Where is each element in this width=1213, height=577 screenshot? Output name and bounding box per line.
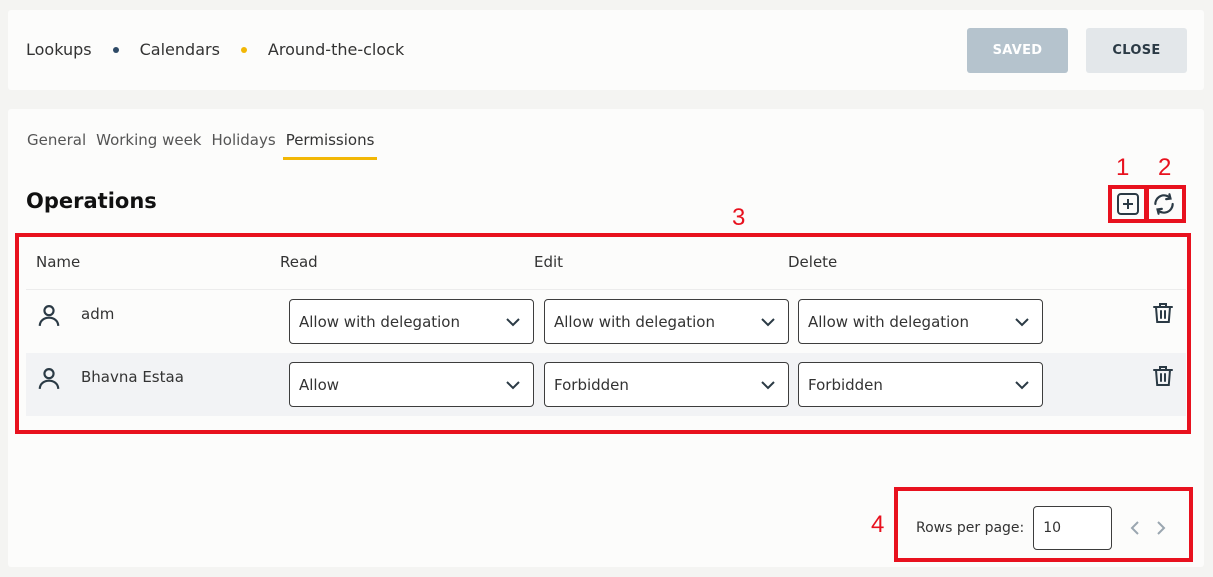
saved-button[interactable]: SAVED — [967, 28, 1068, 73]
section-title: Operations — [26, 189, 157, 213]
tab-general[interactable]: General — [27, 131, 86, 158]
breadcrumb-separator-dot — [112, 46, 119, 53]
annotation-box-add — [1108, 185, 1148, 223]
annotation-number: 4 — [871, 511, 885, 538]
annotation-box-refresh — [1145, 185, 1186, 223]
tab-bar: General Working week Holidays Permission… — [27, 131, 384, 160]
breadcrumb-current: Around-the-clock — [267, 40, 405, 59]
annotation-number: 3 — [732, 204, 746, 231]
breadcrumb-calendars[interactable]: Calendars — [140, 40, 220, 59]
annotation-number: 2 — [1158, 154, 1172, 181]
annotation-number: 1 — [1116, 154, 1130, 181]
annotation-box-table — [15, 233, 1191, 434]
tab-permissions[interactable]: Permissions — [282, 131, 378, 160]
breadcrumb-separator-dot — [240, 46, 247, 53]
tab-working-week[interactable]: Working week — [96, 131, 201, 158]
header-card: Lookups Calendars Around-the-clock SAVED… — [8, 10, 1204, 90]
tab-holidays[interactable]: Holidays — [211, 131, 275, 158]
breadcrumb: Lookups Calendars Around-the-clock — [26, 40, 404, 59]
close-button[interactable]: CLOSE — [1086, 28, 1187, 73]
annotation-box-pagination — [894, 487, 1193, 562]
breadcrumb-lookups[interactable]: Lookups — [26, 40, 92, 59]
